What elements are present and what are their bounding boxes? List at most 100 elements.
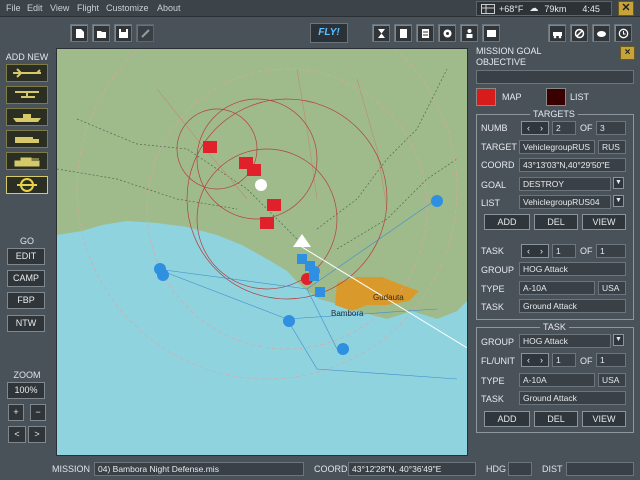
go-edit-button[interactable]: EDIT [7, 248, 45, 265]
task-type-field: A-10A [519, 373, 595, 387]
add-vehicle-button[interactable] [6, 130, 48, 148]
hourglass-button[interactable] [372, 24, 390, 42]
menu-view[interactable]: View [50, 3, 69, 13]
clock-button[interactable] [614, 24, 632, 42]
no-entry-icon [574, 28, 585, 39]
list-button[interactable] [416, 24, 434, 42]
chevron-left-icon[interactable]: ‹ [522, 354, 535, 366]
clock-time: 4:45 [582, 3, 600, 14]
flunit-label: FL/UNIT [481, 356, 516, 366]
cancel-button[interactable] [570, 24, 588, 42]
save-file-button[interactable] [114, 24, 132, 42]
car-button[interactable] [548, 24, 566, 42]
open-file-button[interactable] [92, 24, 110, 42]
cloud-icon [597, 31, 606, 37]
add-plane-button[interactable] [6, 64, 48, 82]
blue-unit-marker[interactable] [315, 287, 325, 297]
blue-unit-marker[interactable] [157, 269, 169, 281]
zoom-value-button[interactable]: 100% [7, 382, 45, 399]
add-tank-button[interactable] [6, 152, 48, 170]
chevron-right-icon[interactable]: › [535, 245, 548, 257]
panel-close-button[interactable]: × [620, 46, 635, 60]
task-of-value: 1 [596, 244, 626, 258]
go-ntw-button[interactable]: NTW [7, 315, 45, 332]
helicopter-icon [15, 91, 39, 98]
settings-button[interactable] [438, 24, 456, 42]
blue-unit-marker[interactable] [283, 315, 295, 327]
target-view-button[interactable]: VIEW [582, 214, 626, 230]
app-close-button[interactable]: ✕ [618, 1, 634, 16]
menu-flight[interactable]: Flight [77, 3, 99, 13]
chevron-right-icon[interactable]: › [535, 354, 548, 366]
task-task-field: Ground Attack [519, 391, 626, 405]
target-label: TARGET [481, 142, 517, 152]
numb-of-value: 3 [596, 121, 626, 135]
chevron-left-icon[interactable]: ‹ [522, 245, 535, 257]
blue-unit-marker[interactable] [337, 343, 349, 355]
add-static-object-button[interactable] [6, 176, 48, 194]
goal-chevron-down-icon[interactable]: ▼ [613, 177, 624, 189]
list-mode-label: LIST [570, 92, 590, 102]
zoom-in-button[interactable]: + [8, 404, 24, 421]
task-group-select[interactable]: HOG Attack [519, 334, 611, 348]
menu-edit[interactable]: Edit [27, 3, 43, 13]
blue-unit-marker[interactable] [310, 266, 320, 276]
cockpit-button[interactable] [482, 24, 500, 42]
task-of-label: OF [580, 246, 593, 256]
hdg-field [508, 462, 532, 476]
mission-map[interactable]: Gudauta Bambora [56, 48, 468, 456]
target-del-button[interactable]: DEL [534, 214, 578, 230]
link-button[interactable] [136, 24, 154, 42]
red-unit-marker[interactable] [260, 217, 274, 229]
pan-left-button[interactable]: < [8, 426, 26, 443]
list-select[interactable]: VehiclegroupRUS04 [519, 195, 611, 209]
menu-customize[interactable]: Customize [106, 3, 149, 13]
goal-select[interactable]: DESTROY [519, 177, 611, 191]
pan-right-button[interactable]: > [28, 426, 46, 443]
chevron-right-icon[interactable]: › [535, 122, 548, 134]
city-label-gudauta: Gudauta [373, 293, 404, 302]
go-fbp-button[interactable]: FBP [7, 292, 45, 309]
new-file-button[interactable] [70, 24, 88, 42]
add-new-label: ADD NEW [5, 52, 49, 62]
list-chevron-down-icon[interactable]: ▼ [613, 195, 624, 207]
flunit-stepper[interactable]: ‹ › [521, 353, 549, 367]
numb-stepper[interactable]: ‹ › [521, 121, 549, 135]
red-unit-marker[interactable] [247, 164, 261, 176]
task-group-chevron-down-icon[interactable]: ▼ [613, 334, 624, 346]
objective-field[interactable] [476, 70, 634, 84]
list-mode-toggle[interactable] [546, 88, 566, 106]
menu-file[interactable]: File [6, 3, 21, 13]
red-unit-marker[interactable] [267, 199, 281, 211]
task2-field: Ground Attack [519, 299, 626, 313]
zoom-out-button[interactable]: − [30, 404, 46, 421]
go-camp-button[interactable]: CAMP [7, 270, 45, 287]
task-add-button[interactable]: ADD [484, 411, 530, 427]
zoom-label: ZOOM [13, 370, 41, 380]
task-view-button[interactable]: VIEW [582, 411, 626, 427]
target-field[interactable]: VehiclegroupRUS [519, 140, 595, 154]
add-ship-button[interactable] [6, 108, 48, 126]
fly-button[interactable]: FLY! [310, 23, 348, 43]
red-unit-marker[interactable] [203, 141, 217, 153]
map-mode-toggle[interactable] [476, 88, 496, 106]
waypoint-marker[interactable] [255, 179, 267, 191]
hourglass-icon [378, 29, 385, 38]
dist-label: DIST [542, 464, 563, 474]
flunit-value: 1 [552, 353, 576, 367]
target-add-button[interactable]: ADD [484, 214, 530, 230]
pilot-button[interactable] [460, 24, 478, 42]
group-field: HOG Attack [519, 262, 626, 276]
blue-unit-marker[interactable] [431, 195, 443, 207]
weather-readout: +68°F ☁ 79km 4:45 [476, 1, 612, 16]
type-country: USA [598, 281, 626, 295]
weather-button[interactable] [592, 24, 610, 42]
objective-label: OBJECTIVE [476, 57, 527, 67]
person-icon [466, 29, 473, 38]
task-stepper[interactable]: ‹ › [521, 244, 549, 258]
task-del-button[interactable]: DEL [534, 411, 578, 427]
chevron-left-icon[interactable]: ‹ [522, 122, 535, 134]
menu-about[interactable]: About [157, 3, 181, 13]
briefing-button[interactable] [394, 24, 412, 42]
add-helicopter-button[interactable] [6, 86, 48, 104]
